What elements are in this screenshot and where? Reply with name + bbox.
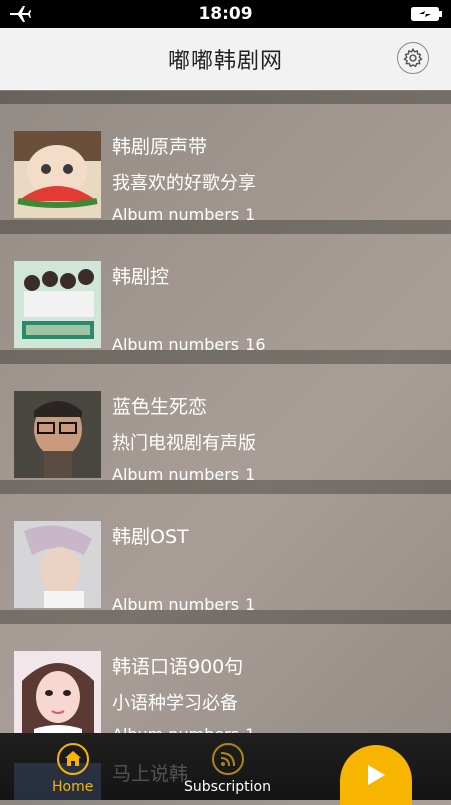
play-icon xyxy=(368,765,385,785)
battery-icon xyxy=(411,7,442,21)
tab-subscription[interactable]: Subscription xyxy=(184,743,271,795)
album-count-value: 1 xyxy=(245,205,256,224)
album-count: Album numbers 1 xyxy=(112,595,255,614)
item-title: 韩剧原声带 xyxy=(112,136,208,158)
item-title: 马上说韩 xyxy=(112,763,189,785)
rss-icon xyxy=(211,743,244,775)
album-thumbnail xyxy=(14,521,101,608)
page-title: 嘟嘟韩剧网 xyxy=(167,49,283,74)
tab-home[interactable]: Home xyxy=(52,743,93,795)
list-item[interactable]: 韩剧OST Album numbers 1 xyxy=(0,494,451,614)
item-title: 韩剧控 xyxy=(112,266,170,288)
album-count: Album numbers 16 xyxy=(112,335,266,354)
settings-button[interactable] xyxy=(397,42,429,74)
item-subtitle: 小语种学习必备 xyxy=(112,693,238,714)
list-item[interactable]: 韩剧控 Album numbers 16 xyxy=(0,234,451,354)
item-title: 韩语口语900句 xyxy=(112,656,244,678)
album-count-label: Album numbers xyxy=(112,595,240,614)
album-count: Album numbers 1 xyxy=(112,465,255,484)
album-thumbnail xyxy=(14,261,101,348)
list-item[interactable]: 韩语口语900句 小语种学习必备 Album numbers1 xyxy=(0,624,451,744)
gear-icon xyxy=(403,47,423,68)
album-count-label: Album numbers xyxy=(112,335,240,354)
album-count-value: 1 xyxy=(245,595,256,614)
album-list: 韩剧原声带 我喜欢的好歌分享 Album numbers 1 韩剧控 Album … xyxy=(0,90,451,744)
album-thumbnail xyxy=(14,391,101,478)
home-icon xyxy=(56,743,89,775)
album-count-label: Album numbers xyxy=(112,465,240,484)
list-item[interactable]: 韩剧原声带 我喜欢的好歌分享 Album numbers 1 xyxy=(0,104,451,224)
album-thumbnail xyxy=(14,651,101,738)
item-subtitle: 我喜欢的好歌分享 xyxy=(112,173,256,194)
item-subtitle: 热门电视剧有声版 xyxy=(112,433,256,454)
tab-home-label: Home xyxy=(52,779,94,795)
item-title: 蓝色生死恋 xyxy=(112,396,208,418)
list-item[interactable]: 蓝色生死恋 热门电视剧有声版 Album numbers 1 xyxy=(0,364,451,484)
album-count-value: 16 xyxy=(245,335,266,354)
album-count-value: 1 xyxy=(245,465,256,484)
item-title: 韩剧OST xyxy=(112,526,189,548)
album-thumbnail xyxy=(14,131,101,218)
status-bar: 18:09 xyxy=(0,0,451,28)
album-count: Album numbers 1 xyxy=(112,205,255,224)
album-count-label: Album numbers xyxy=(112,205,240,224)
status-time: 18:09 xyxy=(198,4,253,24)
tab-subscription-label: Subscription xyxy=(184,779,271,795)
nav-header: 嘟嘟韩剧网 xyxy=(0,28,451,91)
airplane-icon xyxy=(10,6,31,22)
